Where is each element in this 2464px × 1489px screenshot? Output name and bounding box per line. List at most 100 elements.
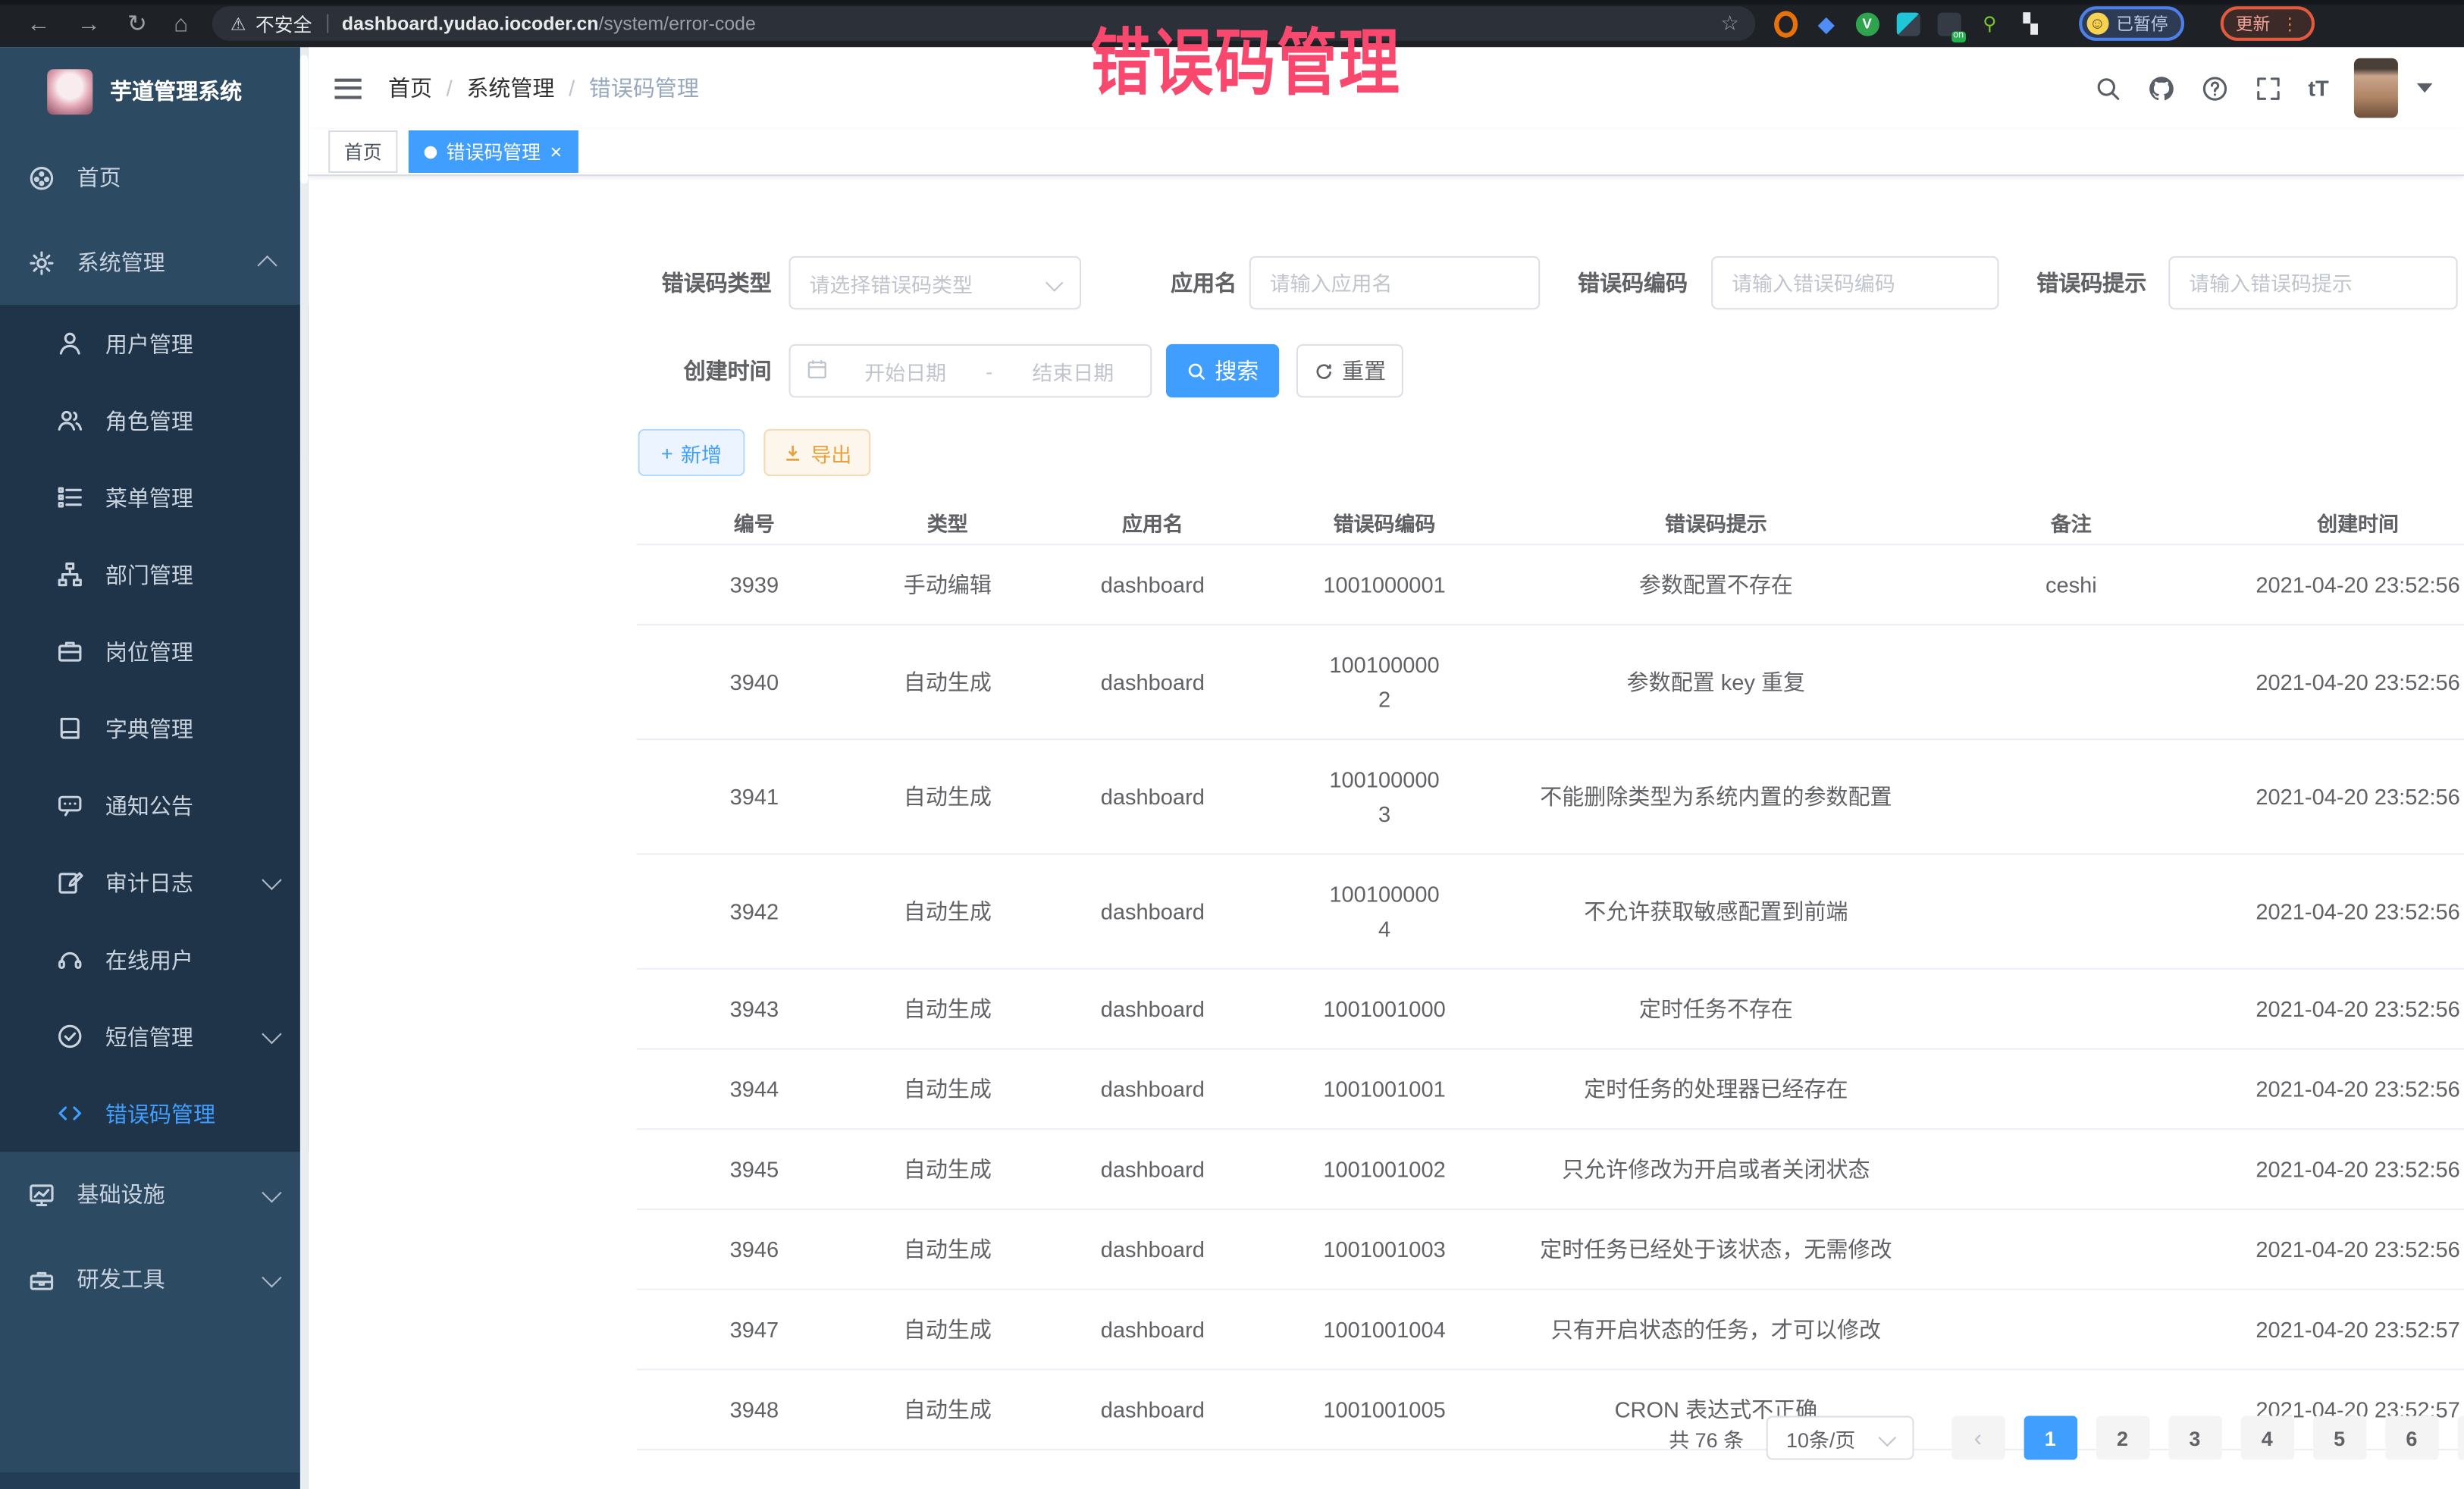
sidebar-item-通知公告[interactable]: 通知公告 [0, 766, 308, 844]
error-msg-input[interactable] [2170, 271, 2456, 295]
calendar-icon [806, 358, 828, 384]
error-type-select[interactable]: 请选择错误码类型 [788, 256, 1081, 309]
page-button-4[interactable]: 4 [2240, 1416, 2293, 1460]
sidebar-item-用户管理[interactable]: 用户管理 [0, 305, 308, 382]
add-button[interactable]: + 新增 [638, 429, 745, 476]
plus-icon: + [661, 440, 673, 464]
table-cell [1945, 889, 2197, 933]
table-cell: 100100000 2 [1282, 625, 1486, 738]
browser-home-icon[interactable]: ⌂ [174, 12, 188, 36]
kebab-menu-icon[interactable]: ⋮ [2281, 14, 2299, 34]
page-button-2[interactable]: 2 [2096, 1416, 2149, 1460]
chevron-down-icon[interactable] [2417, 83, 2433, 92]
table-body: 3939手动编辑dashboard1001000001参数配置不存在ceshi2… [636, 545, 2464, 1450]
browser-forward-icon[interactable]: → [77, 12, 101, 36]
search-button[interactable]: 搜索 [1166, 344, 1279, 397]
sidebar-item-岗位管理[interactable]: 岗位管理 [0, 613, 308, 690]
extension-icon[interactable]: V [1855, 12, 1879, 36]
sidebar-menu: 首页系统管理用户管理角色管理菜单管理部门管理岗位管理字典管理通知公告审计日志在线… [0, 135, 308, 1321]
bookmark-star-icon[interactable]: ☆ [1721, 11, 1739, 36]
paused-badge[interactable]: ☺ 已暂停 [2078, 6, 2183, 41]
export-button-label: 导出 [810, 437, 851, 467]
app-name-field-wrap [1249, 256, 1540, 309]
app-name-input[interactable] [1251, 271, 1538, 295]
page-button-5[interactable]: 5 [2312, 1416, 2365, 1460]
font-size-icon[interactable]: tT [2308, 75, 2328, 100]
help-icon[interactable] [2201, 74, 2227, 101]
update-badge[interactable]: 更新 ⋮ [2220, 6, 2314, 41]
table-cell: dashboard [1023, 1055, 1282, 1124]
prev-page-button[interactable]: ‹ [1951, 1416, 2005, 1460]
table-cell: 2021-04-20 23:52:56 [2197, 1055, 2464, 1124]
table-cell: 3943 [636, 974, 872, 1043]
sidebar-item-部门管理[interactable]: 部门管理 [0, 536, 308, 613]
breadcrumb-item[interactable]: 系统管理 [466, 72, 554, 103]
sidebar-item-角色管理[interactable]: 角色管理 [0, 382, 308, 459]
sidebar-item-审计日志[interactable]: 审计日志 [0, 844, 308, 921]
sidebar-item-在线用户[interactable]: 在线用户 [0, 921, 308, 998]
date-end-placeholder: 结束日期 [995, 356, 1150, 385]
extension-icon[interactable]: ⚲ [1978, 12, 2002, 36]
dictionary-icon [55, 714, 83, 742]
sidebar-item-首页[interactable]: 首页 [0, 135, 308, 220]
column-header: 编号 [636, 506, 872, 536]
breadcrumb-item[interactable]: 首页 [388, 72, 432, 103]
extension-icon[interactable]: ▚ [2019, 12, 2042, 36]
sidebar-item-菜单管理[interactable]: 菜单管理 [0, 459, 308, 536]
tab-首页[interactable]: 首页 [328, 130, 397, 173]
browser-back-icon[interactable]: ← [27, 12, 50, 36]
browser-reload-icon[interactable]: ↻ [127, 12, 147, 36]
error-code-input[interactable] [1713, 271, 1997, 295]
app-logo-row[interactable]: 芋道管理系统 [0, 47, 308, 135]
table-cell: 自动生成 [872, 1292, 1023, 1367]
page-size-select[interactable]: 10条/页 [1766, 1416, 1914, 1460]
more-pages-button[interactable]: ••• [2457, 1416, 2464, 1460]
avatar[interactable] [2354, 58, 2398, 118]
sidebar-item-错误码管理[interactable]: 错误码管理 [0, 1075, 308, 1152]
table-cell: 3940 [636, 647, 872, 716]
sidebar-item-研发工具[interactable]: 研发工具 [0, 1237, 308, 1321]
sidebar-item-label: 基础设施 [77, 1179, 165, 1210]
close-icon[interactable]: × [550, 142, 563, 162]
online-user-icon [55, 945, 83, 973]
page-button-6[interactable]: 6 [2385, 1416, 2438, 1460]
total-count-label: 共 76 条 [1669, 1423, 1744, 1453]
sidebar-item-短信管理[interactable]: 短信管理 [0, 998, 308, 1075]
sidebar-item-基础设施[interactable]: 基础设施 [0, 1152, 308, 1237]
sidebar-item-字典管理[interactable]: 字典管理 [0, 690, 308, 767]
sidebar-item-系统管理[interactable]: 系统管理 [0, 220, 308, 305]
extension-icon[interactable] [1773, 12, 1797, 36]
tab-label: 首页 [344, 138, 382, 165]
table-cell: 自动生成 [872, 1371, 1023, 1447]
page-button-1[interactable]: 1 [2024, 1416, 2077, 1460]
breadcrumb-item-current: 错误码管理 [589, 72, 699, 103]
github-icon[interactable] [2148, 74, 2174, 101]
fullscreen-icon[interactable] [2255, 74, 2281, 101]
page-button-3[interactable]: 3 [2168, 1416, 2221, 1460]
date-range-picker[interactable]: 开始日期 - 结束日期 [788, 344, 1152, 397]
reset-button[interactable]: 重置 [1296, 344, 1403, 397]
sidebar-item-label: 菜单管理 [105, 481, 193, 513]
update-badge-label: 更新 [2236, 11, 2271, 36]
hamburger-icon[interactable] [334, 78, 361, 99]
scrollbar-thumb[interactable] [300, 55, 308, 184]
breadcrumb-separator: / [569, 75, 575, 100]
tab-错误码管理[interactable]: 错误码管理× [409, 130, 578, 173]
extension-icon[interactable]: on [1937, 12, 1961, 36]
column-header: 错误码编码 [1282, 506, 1486, 536]
export-button[interactable]: 导出 [763, 429, 870, 476]
extensions-row: ◆ V on ⚲ ▚ ☺ 已暂停 更新 ⋮ [1773, 6, 2314, 41]
error-msg-field-wrap [2168, 256, 2457, 309]
sidebar-scrollbar[interactable] [300, 47, 308, 1489]
table-cell: 3946 [636, 1215, 872, 1284]
extension-icon[interactable] [1896, 12, 1920, 36]
table-cell: 100100000 4 [1282, 855, 1486, 968]
search-icon[interactable] [2094, 74, 2121, 101]
extension-icon[interactable]: ◆ [1814, 12, 1838, 36]
paused-badge-label: 已暂停 [2116, 11, 2168, 36]
table-cell: 3945 [636, 1134, 872, 1203]
code-icon [55, 1099, 83, 1127]
address-bar[interactable]: ⚠ 不安全 dashboard.yudao.iocoder.cn /system… [212, 6, 1754, 41]
url-host: dashboard.yudao.iocoder.cn [342, 13, 599, 35]
security-label[interactable]: 不安全 [255, 10, 312, 36]
